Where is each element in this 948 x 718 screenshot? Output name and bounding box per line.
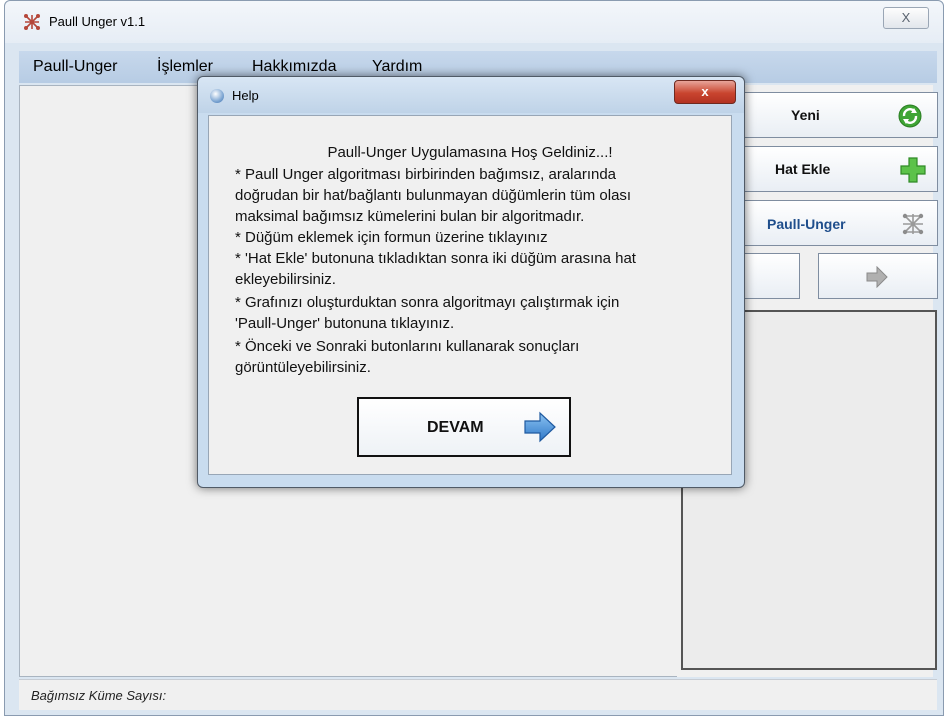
status-bar: Bağımsız Küme Sayısı: — [19, 679, 937, 710]
window-close-button[interactable]: X — [883, 7, 929, 29]
dialog-close-button[interactable]: x — [674, 80, 736, 104]
dialog-title: Help — [232, 88, 259, 103]
help-text-line: * Önceki ve Sonraki butonlarını kullanar… — [235, 338, 580, 355]
help-dialog: Help x Paull-Unger Uygulamasına Hoş Geld… — [197, 76, 745, 488]
help-text-line: görüntüleyebilirsiniz. — [235, 359, 371, 376]
graph-icon — [24, 14, 40, 30]
plus-green-icon — [900, 157, 926, 183]
next-button[interactable] — [818, 253, 938, 299]
welcome-heading: Paull-Unger Uygulamasına Hoş Geldiniz...… — [327, 144, 613, 161]
previous-button[interactable] — [736, 253, 800, 299]
run-button-label: Paull-Unger — [767, 216, 846, 232]
menu-yardim[interactable]: Yardım — [372, 58, 422, 76]
new-button[interactable]: Yeni — [736, 92, 938, 138]
refresh-green-icon — [898, 104, 922, 128]
menu-hakkimizda[interactable]: Hakkımızda — [252, 58, 336, 76]
arrow-right-blue-icon — [524, 411, 556, 443]
help-text-line: * Grafınızı oluşturduktan sonra algoritm… — [235, 294, 620, 311]
continue-button[interactable]: DEVAM — [357, 397, 571, 457]
help-text-line: doğrudan bir hat/bağlantı bulunmayan düğ… — [235, 187, 632, 204]
paull-unger-run-button[interactable]: Paull-Unger — [736, 200, 938, 246]
menu-paull-unger[interactable]: Paull-Unger — [33, 58, 117, 76]
independent-set-count-label: Bağımsız Küme Sayısı: — [31, 688, 167, 703]
arrow-right-gray-icon — [866, 266, 888, 288]
help-text-line: * Düğüm eklemek için formun üzerine tıkl… — [235, 229, 548, 246]
title-bar[interactable]: Paull Unger v1.1 X — [5, 1, 943, 43]
window-title: Paull Unger v1.1 — [49, 14, 146, 29]
dialog-title-bar[interactable]: Help x — [198, 77, 744, 113]
add-edge-button-label: Hat Ekle — [775, 161, 831, 177]
graph-icon — [902, 213, 924, 235]
dialog-body: Paull-Unger Uygulamasına Hoş Geldiniz...… — [208, 115, 732, 475]
add-edge-button[interactable]: Hat Ekle — [736, 146, 938, 192]
help-text-line: * Paull Unger algoritması birbirinden ba… — [235, 166, 617, 183]
help-text-line: 'Paull-Unger' butonuna tıklayınız. — [235, 315, 455, 332]
help-text-line: ekleyebilirsiniz. — [235, 271, 336, 288]
menu-islemler[interactable]: İşlemler — [157, 58, 213, 76]
help-text-line: * 'Hat Ekle' butonuna tıkladıktan sonra … — [235, 250, 636, 267]
new-button-label: Yeni — [791, 107, 820, 123]
help-text-line: maksimal bağımsız kümelerini bulan bir a… — [235, 208, 585, 225]
continue-button-label: DEVAM — [427, 419, 484, 436]
help-icon — [210, 89, 224, 103]
